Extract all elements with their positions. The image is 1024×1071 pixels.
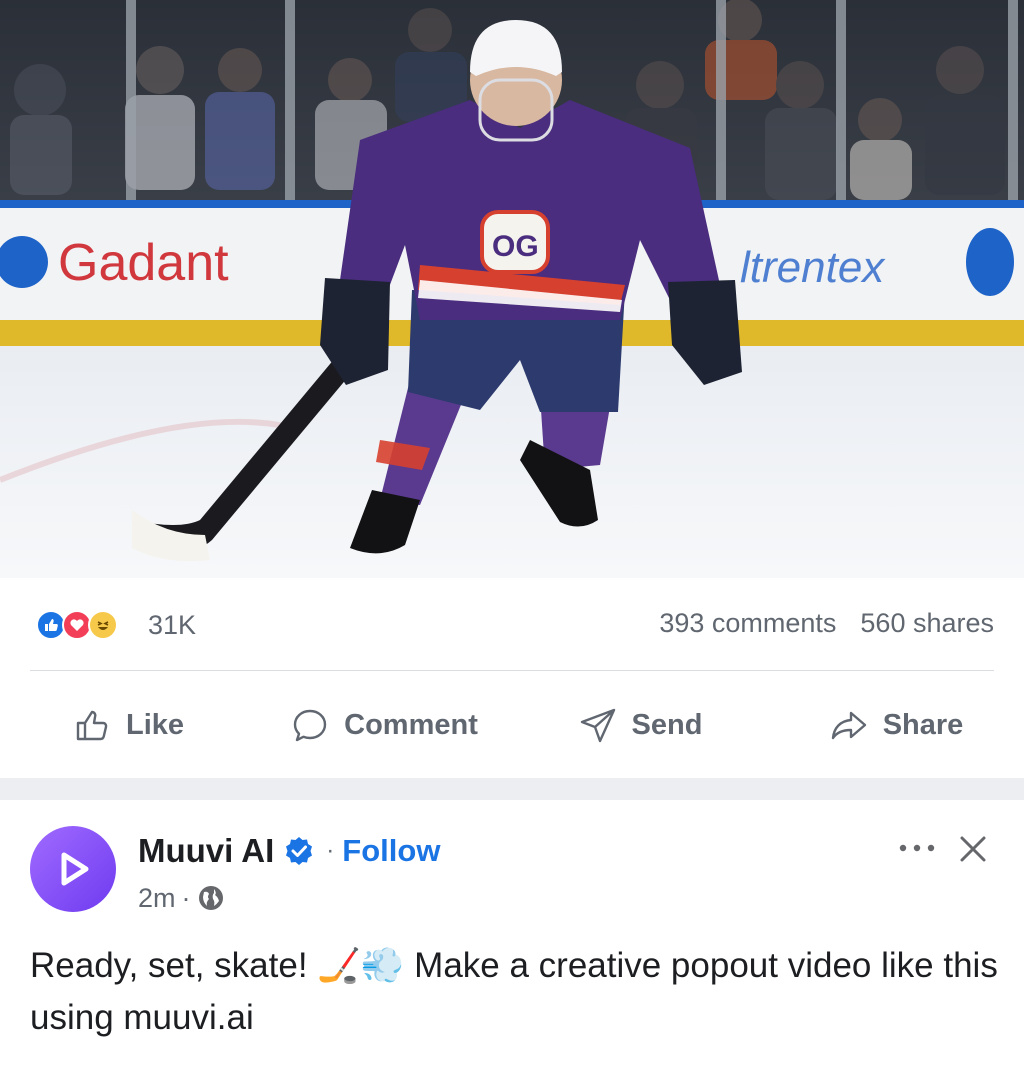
comments-count[interactable]: 393 comments [659,608,836,639]
send-icon [580,708,615,743]
svg-text:OG: OG [492,230,539,263]
next-post: Muuvi AI · Follow 2m · Ready, set, skate… [0,800,1024,1071]
send-label: Send [631,708,703,741]
comment-button[interactable]: Comment [256,686,512,764]
share-arrow-icon [831,711,866,740]
divider [30,670,994,671]
comment-icon [293,709,327,742]
feed-separator [0,778,1024,800]
like-button[interactable]: Like [0,686,256,764]
board-sponsor-left: Gadant [58,234,229,292]
post-text: Ready, set, skate! 🏒💨 Make a creative po… [30,940,1005,1044]
reactions-summary[interactable]: 31K [36,608,196,642]
separator-dot: · [181,882,191,913]
thumbs-up-icon [76,710,108,741]
more-options-button[interactable] [892,830,942,866]
board-sponsor-right: ltrentex [740,243,886,292]
verified-badge-icon [286,837,313,865]
share-button[interactable]: Share [768,686,1024,764]
page-avatar[interactable] [30,826,116,912]
hide-post-button[interactable] [952,828,994,870]
hockey-wind-emoji: 🏒💨 [317,946,405,985]
post-meta: 2m · [138,880,225,916]
follow-button[interactable]: Follow [342,833,440,869]
post-actions: Like Comment Send Share [0,686,1024,764]
like-label: Like [125,708,185,741]
haha-reaction-icon [88,610,118,640]
page-name[interactable]: Muuvi AI [138,832,274,870]
reaction-count[interactable]: 31K [148,610,196,641]
post-footer: 31K 393 comments 560 shares Like Comment… [0,578,1024,778]
send-button[interactable]: Send [512,686,768,764]
more-dots-icon [899,844,935,852]
separator-dot: · [326,837,335,864]
engagement-stats: 393 comments 560 shares [659,608,994,639]
post-author-row: Muuvi AI · Follow [138,830,440,872]
play-icon [61,852,89,886]
globe-icon[interactable] [197,884,225,912]
shares-count[interactable]: 560 shares [860,608,994,639]
close-icon [960,836,986,862]
post-timestamp[interactable]: 2m [138,883,176,914]
comment-label: Comment [344,708,478,741]
share-label: Share [882,708,964,741]
post-image[interactable]: Gadant ltrentex OG [0,0,1024,578]
post-text-intro: Ready, set, skate! [30,946,318,985]
